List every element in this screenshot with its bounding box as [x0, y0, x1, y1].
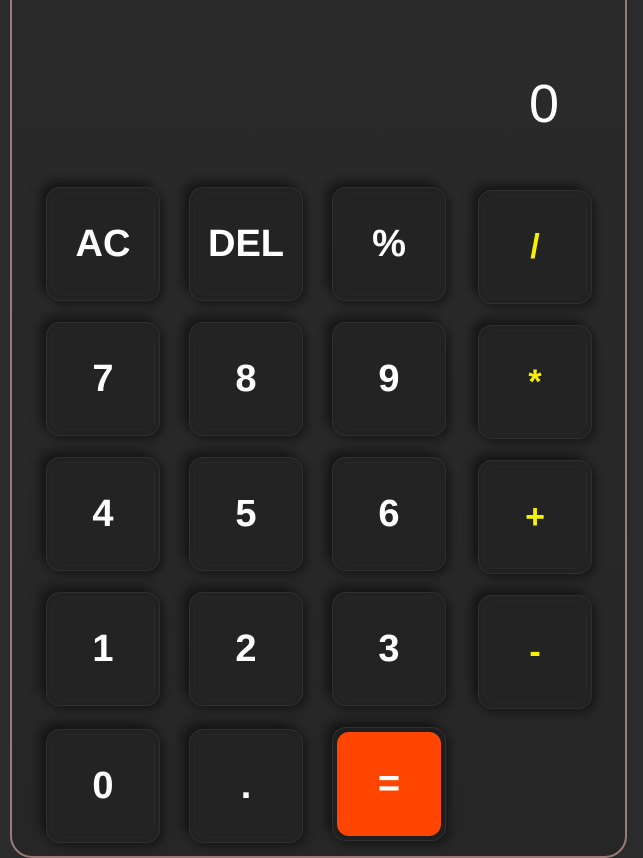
- digit-2-label: 2: [235, 627, 257, 670]
- plus-button[interactable]: +: [478, 460, 592, 574]
- digit-2-button[interactable]: 2: [189, 592, 303, 706]
- digit-3-button[interactable]: 3: [332, 592, 446, 706]
- digit-8-button[interactable]: 8: [189, 322, 303, 436]
- plus-label: +: [525, 497, 545, 536]
- divide-label: /: [530, 227, 540, 266]
- digit-4-label: 4: [92, 492, 114, 535]
- percent-label: %: [372, 222, 406, 265]
- digit-7-button[interactable]: 7: [46, 322, 160, 436]
- digit-8-label: 8: [235, 357, 257, 400]
- equals-label: =: [377, 762, 401, 805]
- minus-button[interactable]: -: [478, 595, 592, 709]
- calculator-display: 0: [528, 74, 559, 134]
- digit-0-button[interactable]: 0: [46, 729, 160, 843]
- multiply-button[interactable]: *: [478, 325, 592, 439]
- clear-all-button[interactable]: AC: [46, 187, 160, 301]
- digit-9-label: 9: [378, 357, 400, 400]
- digit-0-label: 0: [92, 764, 114, 807]
- percent-button[interactable]: %: [332, 187, 446, 301]
- decimal-point-label: .: [240, 764, 252, 807]
- clear-all-label: AC: [75, 222, 131, 265]
- digit-1-label: 1: [92, 627, 114, 670]
- equals-button[interactable]: =: [332, 727, 446, 841]
- multiply-label: *: [528, 362, 542, 401]
- digit-3-label: 3: [378, 627, 400, 670]
- digit-7-label: 7: [92, 357, 114, 400]
- digit-5-label: 5: [235, 492, 257, 535]
- digit-6-button[interactable]: 6: [332, 457, 446, 571]
- digit-1-button[interactable]: 1: [46, 592, 160, 706]
- digit-9-button[interactable]: 9: [332, 322, 446, 436]
- minus-label: -: [529, 632, 541, 671]
- digit-6-label: 6: [378, 492, 400, 535]
- digit-5-button[interactable]: 5: [189, 457, 303, 571]
- divide-button[interactable]: /: [478, 190, 592, 304]
- delete-label: DEL: [208, 222, 284, 265]
- decimal-point-button[interactable]: .: [189, 729, 303, 843]
- digit-4-button[interactable]: 4: [46, 457, 160, 571]
- delete-button[interactable]: DEL: [189, 187, 303, 301]
